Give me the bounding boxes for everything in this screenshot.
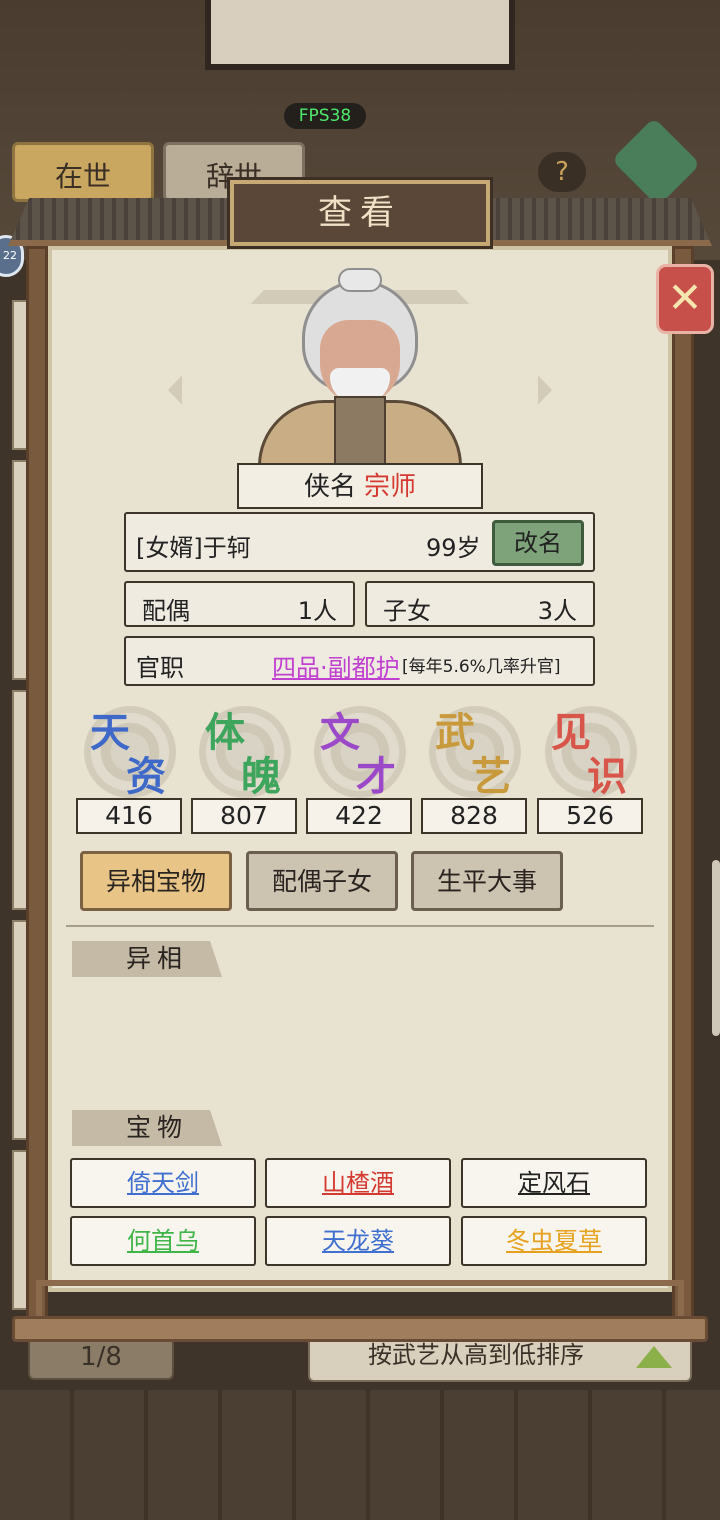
office-row: 官职 四品·副都护 [每年5.6%几率升官] [124,636,595,686]
dialog-title: 查看 [230,180,490,246]
children-label: 子女 [383,597,431,625]
office-label: 官职 [136,654,184,682]
stat-physique: 体 魄 807 [191,700,297,834]
stat-martial: 武 艺 828 [421,700,527,834]
treasure-item[interactable]: 倚天剑 [70,1158,256,1208]
stat-char-2: 资 [126,754,166,800]
spouse-label: 配偶 [142,597,190,625]
stat-char-2: 才 [356,754,396,800]
section-treasures: 宝物 [72,1110,222,1146]
stat-char-2: 魄 [241,754,281,800]
tab-family[interactable]: 配偶子女 [246,851,398,911]
treasure-item[interactable]: 天龙葵 [265,1216,451,1266]
treasure-item[interactable]: 定风石 [461,1158,647,1208]
stat-char-1: 武 [435,710,475,756]
floor [0,1390,720,1520]
dialog-bottom-rail [12,1316,708,1342]
children-row: 子女 3人 [365,581,595,627]
treasure-item[interactable]: 何首乌 [70,1216,256,1266]
stat-aptitude: 天 资 416 [76,700,182,834]
rename-button[interactable]: 改名 [492,520,584,566]
tab-alive[interactable]: 在世 [12,142,154,202]
treasure-item[interactable]: 冬虫夏草 [461,1216,647,1266]
stat-value: 416 [76,798,182,834]
hero-name-label: 侠名 [303,472,356,502]
office-link[interactable]: 四品·副都护 [272,648,400,683]
hero-rank: 宗师 [364,472,417,502]
fps-counter: FPS38 [284,103,366,129]
scrollbar[interactable] [712,860,720,1036]
tab-events[interactable]: 生平大事 [411,851,563,911]
sort-arrow-icon [636,1346,672,1368]
sort-label: 按武艺从高到低排序 [368,1341,584,1369]
person-name: [女婿]于轲 [136,534,251,562]
spouse-count: 1人 [297,597,337,625]
promotion-note: [每年5.6%几率升官] [402,657,561,677]
tab-treasures[interactable]: 异相宝物 [80,851,232,911]
stat-value: 807 [191,798,297,834]
stat-char-1: 见 [551,710,591,756]
frame-pillar-left [26,246,48,1326]
stat-char-2: 艺 [471,754,511,800]
stat-value: 422 [306,798,412,834]
stat-char-1: 天 [90,710,130,756]
stat-literary: 文 才 422 [306,700,412,834]
close-button[interactable]: ✕ [656,264,714,334]
section-divider [66,925,654,929]
hero-name-box: 侠名 宗师 [237,463,483,509]
wall-painting [205,0,515,70]
identity-row: [女婿]于轲 99岁 改名 [124,512,595,572]
dialog-bottom-fence [36,1280,684,1318]
person-age: 99岁 [426,534,481,562]
treasure-item[interactable]: 山楂酒 [265,1158,451,1208]
stat-char-1: 文 [320,710,360,756]
page-indicator[interactable]: 1/8 [28,1336,174,1380]
help-button[interactable]: ? [538,152,586,192]
character-portrait [258,268,462,466]
stat-value: 526 [537,798,643,834]
stat-value: 828 [421,798,527,834]
stat-char-2: 识 [587,754,627,800]
sort-button[interactable]: 按武艺从高到低排序 [308,1336,692,1382]
frame-pillar-right [672,246,694,1326]
stat-char-1: 体 [205,710,245,756]
spouse-row: 配偶 1人 [124,581,355,627]
stat-insight: 见 识 526 [537,700,643,834]
section-aspects: 异相 [72,941,222,977]
children-count: 3人 [537,597,577,625]
